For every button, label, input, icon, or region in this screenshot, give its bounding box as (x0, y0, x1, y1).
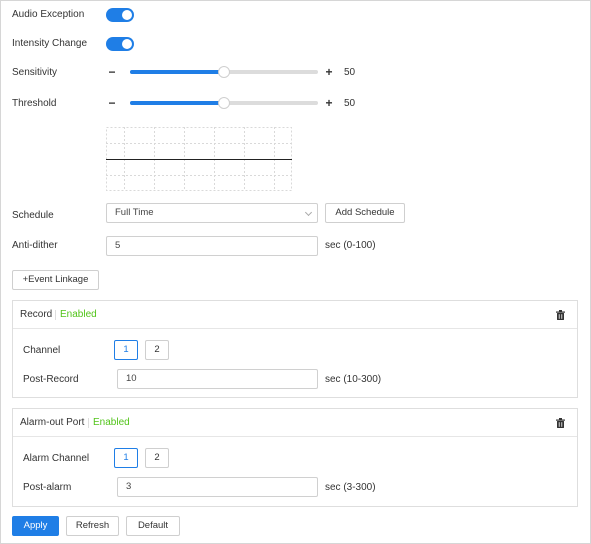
post-alarm-label: Post-alarm (23, 482, 72, 493)
record-status-badge: Enabled (60, 309, 97, 320)
sensitivity-slider-handle[interactable] (218, 66, 230, 78)
divider (88, 418, 89, 428)
post-record-unit: sec (10-300) (325, 374, 382, 385)
alarm-channel-1-button[interactable]: 1 (114, 448, 138, 468)
record-channel-label: Channel (23, 345, 61, 356)
add-schedule-button[interactable]: Add Schedule (325, 203, 405, 223)
apply-button[interactable]: Apply (12, 516, 59, 536)
threshold-slider[interactable] (130, 97, 318, 109)
toggle-knob (122, 10, 132, 20)
event-linkage-button[interactable]: +Event Linkage (12, 270, 99, 290)
record-channel-1-button[interactable]: 1 (114, 340, 138, 360)
intensity-change-label: Intensity Change (12, 38, 88, 49)
sensitivity-decrease-button[interactable]: − (106, 66, 118, 78)
sensitivity-label: Sensitivity (12, 67, 58, 78)
alarm-out-panel-header: Alarm-out Port Enabled (13, 409, 577, 437)
threshold-label: Threshold (12, 98, 57, 109)
alarm-out-status-badge: Enabled (93, 417, 130, 428)
post-alarm-unit: sec (3-300) (325, 482, 376, 493)
alarm-channel-2-button[interactable]: 2 (145, 448, 169, 468)
trash-icon[interactable] (556, 418, 565, 428)
audio-exception-label: Audio Exception (12, 9, 85, 20)
record-panel-header: Record Enabled (13, 301, 577, 329)
schedule-selected-value: Full Time (115, 207, 154, 218)
alarm-out-panel-title: Alarm-out Port (20, 417, 85, 428)
record-channel-2-button[interactable]: 2 (145, 340, 169, 360)
threshold-decrease-button[interactable]: − (106, 97, 118, 109)
anti-dither-unit: sec (0-100) (325, 240, 376, 251)
intensity-change-toggle[interactable] (106, 37, 134, 51)
schedule-select[interactable]: Full Time (106, 203, 318, 223)
record-panel-title: Record (20, 309, 53, 320)
alarm-out-port-panel: Alarm-out Port Enabled Alarm Channel 1 2… (12, 408, 578, 507)
schedule-label: Schedule (12, 210, 54, 221)
threshold-slider-fill (130, 101, 224, 105)
post-record-label: Post-Record (23, 374, 79, 385)
sensitivity-slider[interactable] (130, 66, 318, 78)
record-panel: Record Enabled Channel 1 2 Post-Record 1… (12, 300, 578, 398)
anti-dither-label: Anti-dither (12, 240, 58, 251)
threshold-increase-button[interactable]: + (323, 97, 335, 109)
alarm-channel-label: Alarm Channel (23, 453, 90, 464)
sensitivity-increase-button[interactable]: + (323, 66, 335, 78)
refresh-button[interactable]: Refresh (66, 516, 119, 536)
chevron-down-icon (304, 208, 313, 217)
audio-exception-toggle[interactable] (106, 8, 134, 22)
anti-dither-input[interactable]: 5 (106, 236, 318, 256)
sensitivity-slider-fill (130, 70, 224, 74)
default-button[interactable]: Default (126, 516, 180, 536)
post-record-input[interactable]: 10 (117, 369, 318, 389)
divider (55, 310, 56, 320)
threshold-slider-handle[interactable] (218, 97, 230, 109)
sensitivity-value: 50 (344, 67, 356, 78)
toggle-knob (122, 39, 132, 49)
threshold-value: 50 (344, 98, 356, 109)
post-alarm-input[interactable]: 3 (117, 477, 318, 497)
trash-icon[interactable] (556, 310, 565, 320)
audio-waveform-graph (106, 127, 292, 191)
